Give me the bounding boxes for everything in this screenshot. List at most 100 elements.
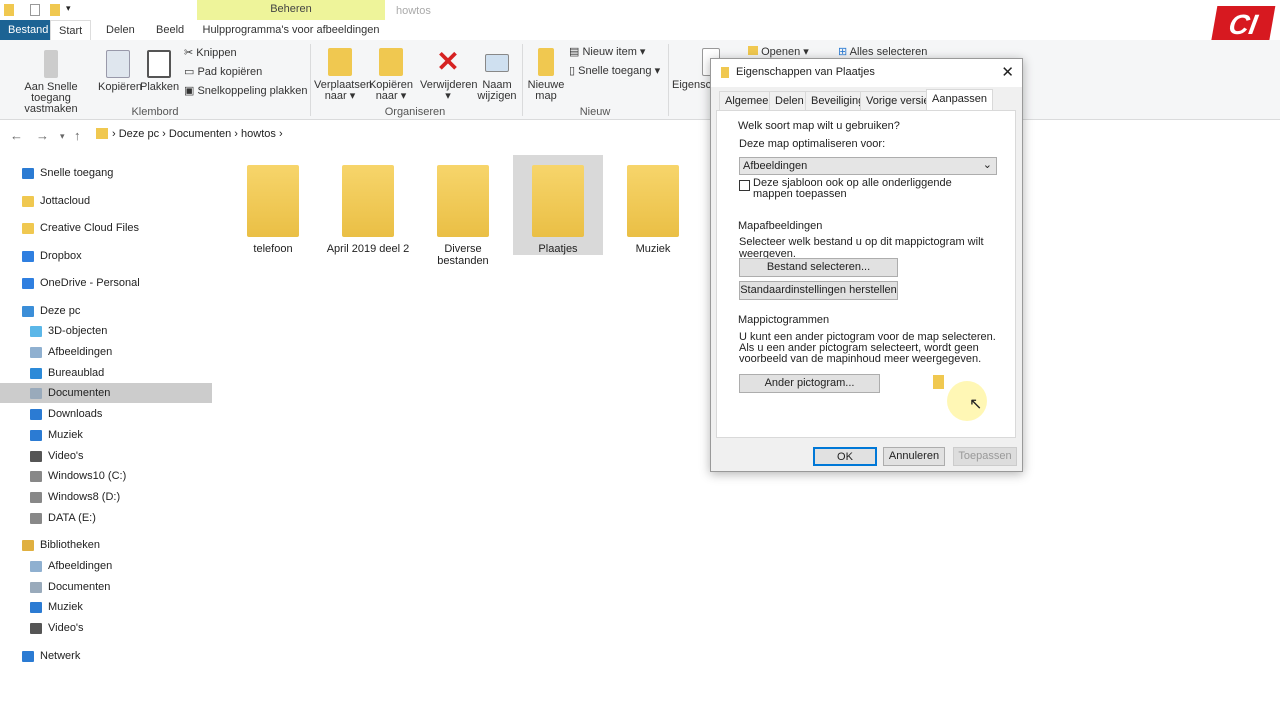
sidebar-item-icon xyxy=(30,387,42,399)
context-header: Beheren xyxy=(270,3,312,15)
ribbon: Aan Snelle toegang vastmaken Kopiëren Pl… xyxy=(0,40,1280,120)
close-icon[interactable]: ✕ xyxy=(1001,63,1014,81)
sidebar-item[interactable]: OneDrive - Personal xyxy=(0,273,212,293)
folder-name: Muziek xyxy=(635,243,671,255)
copy-icon xyxy=(106,50,130,78)
paste-shortcut-button[interactable]: ▣ Snelkoppeling plakken xyxy=(184,82,308,101)
sidebar-item[interactable]: Muziek xyxy=(0,425,212,445)
sidebar-item-icon xyxy=(22,305,34,317)
cut-button[interactable]: ✂ Knippen xyxy=(184,44,237,63)
copy-to-button[interactable]: Kopiëren naar ▾ xyxy=(368,48,414,102)
sidebar-item-icon xyxy=(22,650,34,662)
rename-button[interactable]: Naam wijzigen xyxy=(476,48,518,102)
sidebar-item[interactable]: Dropbox xyxy=(0,246,212,266)
recent-dropdown[interactable]: ▾ xyxy=(60,131,65,142)
properties-icon[interactable] xyxy=(30,4,40,16)
folder-item[interactable]: Muziek xyxy=(608,155,698,255)
sidebar-item-icon xyxy=(22,167,34,179)
customize-dropdown-icon[interactable]: ▾ xyxy=(66,3,71,14)
sidebar-item-icon xyxy=(30,470,42,482)
tab-share[interactable]: Delen xyxy=(98,20,143,40)
sidebar-item-icon xyxy=(30,450,42,462)
up-button[interactable]: ↑ xyxy=(74,128,81,143)
sidebar-item[interactable]: Downloads xyxy=(0,404,212,424)
folder-item[interactable]: April 2019 deel 2 xyxy=(323,155,413,255)
tab-start[interactable]: Start xyxy=(50,20,92,40)
sidebar-item[interactable]: Video's xyxy=(0,446,212,466)
ok-button[interactable]: OK xyxy=(813,447,877,466)
sidebar-item[interactable]: Documenten xyxy=(0,383,212,403)
crumb-howtos[interactable]: howtos xyxy=(241,128,276,140)
folder-icon[interactable] xyxy=(4,4,14,16)
copy-button[interactable]: Kopiëren xyxy=(98,50,142,93)
sidebar-item[interactable]: Documenten xyxy=(0,577,212,597)
change-icon-button[interactable]: Ander pictogram... xyxy=(739,374,880,393)
sidebar-item-label: Jottacloud xyxy=(40,195,91,207)
cancel-button[interactable]: Annuleren xyxy=(883,447,945,466)
sidebar-item[interactable]: Creative Cloud Files xyxy=(0,218,212,238)
forward-button[interactable]: → xyxy=(36,128,49,143)
sidebar-item-icon xyxy=(22,277,34,289)
paste-icon xyxy=(147,50,171,78)
subfolders-checkbox[interactable] xyxy=(739,180,750,191)
apply-button[interactable]: Toepassen xyxy=(953,447,1017,466)
copy-path-button[interactable]: ▭ Pad kopiëren xyxy=(184,63,262,82)
new-item-button[interactable]: ▤ Nieuw item ▾ xyxy=(569,43,645,62)
pin-button[interactable]: Aan Snelle toegang vastmaken xyxy=(6,50,96,115)
sidebar-item-label: Windows10 (C:) xyxy=(48,470,127,482)
tab-picture-tools[interactable]: Hulpprogramma's voor afbeeldingen xyxy=(197,20,385,40)
section-title: Mappictogrammen xyxy=(738,314,830,326)
properties-button[interactable]: Eigensch xyxy=(672,48,720,91)
divider xyxy=(310,44,311,116)
tab-sharing[interactable]: Delen xyxy=(769,91,810,110)
sidebar-item[interactable]: 3D-objecten xyxy=(0,321,212,341)
sidebar-item[interactable]: Jottacloud xyxy=(0,191,212,211)
sidebar-item[interactable]: Afbeeldingen xyxy=(0,556,212,576)
sidebar-item[interactable]: DATA (E:) xyxy=(0,508,212,528)
sidebar-item[interactable]: Bureaublad xyxy=(0,363,212,383)
sidebar-item-icon xyxy=(30,491,42,503)
folder-item[interactable]: Plaatjes xyxy=(513,155,603,255)
tab-customize[interactable]: Aanpassen xyxy=(926,89,994,111)
customize-panel: Welk soort map wilt u gebruiken? Deze ma… xyxy=(716,110,1016,438)
sidebar-item[interactable]: Afbeeldingen xyxy=(0,342,212,362)
new-folder-icon[interactable] xyxy=(50,4,60,16)
move-icon xyxy=(328,48,352,76)
crumb-documenten[interactable]: Documenten xyxy=(169,128,231,140)
sidebar-item[interactable]: Netwerk xyxy=(0,646,212,666)
sidebar-item[interactable]: Muziek xyxy=(0,597,212,617)
section-desc: Selecteer welk bestand u op dit mappicto… xyxy=(739,236,984,260)
sidebar-item[interactable]: Video's xyxy=(0,618,212,638)
tab-view[interactable]: Beeld xyxy=(148,20,192,40)
crumb-deze-pc[interactable]: Deze pc xyxy=(119,128,159,140)
sidebar-item-label: OneDrive - Personal xyxy=(40,277,140,289)
restore-default-button[interactable]: Standaardinstellingen herstellen xyxy=(739,281,898,300)
sidebar-item[interactable]: Deze pc xyxy=(0,301,212,321)
sidebar-item-label: 3D-objecten xyxy=(48,325,108,337)
optimize-select[interactable]: Afbeeldingen ⌄ xyxy=(739,157,997,175)
sidebar-item-label: Afbeeldingen xyxy=(48,346,113,358)
sidebar-item-label: Video's xyxy=(48,450,84,462)
folder-name: April 2019 deel 2 xyxy=(326,243,410,255)
new-folder-button[interactable]: Nieuwe map xyxy=(526,48,566,102)
sidebar-item[interactable]: Windows8 (D:) xyxy=(0,487,212,507)
choose-file-button[interactable]: Bestand selecteren... xyxy=(739,258,898,277)
breadcrumb: › Deze pc › Documenten › howtos › xyxy=(112,128,283,140)
folder-item[interactable]: Diverse bestanden xyxy=(418,155,508,267)
section-title: Welk soort map wilt u gebruiken? xyxy=(738,120,900,132)
easy-access-button[interactable]: ▯ Snelle toegang ▾ xyxy=(569,62,660,81)
sidebar-item-icon xyxy=(30,581,42,593)
quick-access-toolbar: ▾ xyxy=(0,0,1280,20)
back-button[interactable]: ← xyxy=(10,128,23,143)
tab-file[interactable]: Bestand xyxy=(0,20,57,40)
delete-button[interactable]: ✕ Verwijderen ▾ xyxy=(420,48,477,102)
folder-item[interactable]: telefoon xyxy=(228,155,318,255)
sidebar-item-label: Afbeeldingen xyxy=(48,560,113,572)
group-new: Nieuw xyxy=(579,106,611,118)
paste-button[interactable]: Plakken xyxy=(140,50,179,93)
sidebar-item-icon xyxy=(30,622,42,634)
move-to-button[interactable]: Verplaatsen naar ▾ xyxy=(314,48,372,102)
sidebar-item[interactable]: Windows10 (C:) xyxy=(0,466,212,486)
sidebar-item[interactable]: Snelle toegang xyxy=(0,163,212,183)
sidebar-item[interactable]: Bibliotheken xyxy=(0,535,212,555)
